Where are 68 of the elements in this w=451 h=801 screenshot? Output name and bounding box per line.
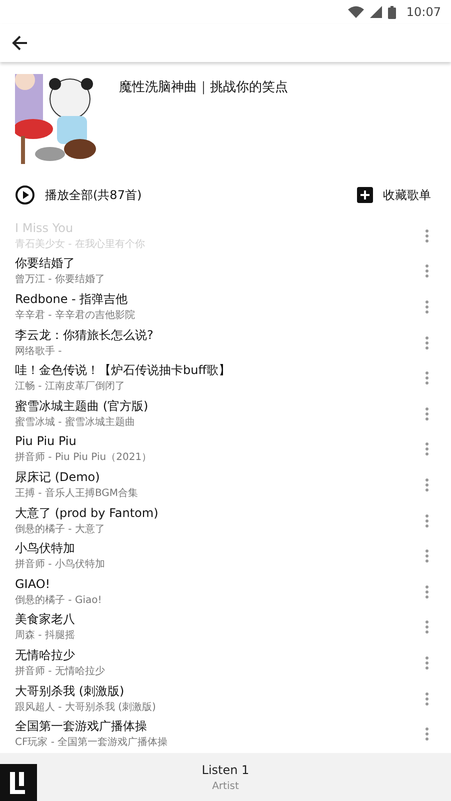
more-icon[interactable]	[425, 549, 429, 564]
song-artist: 蜜雪冰城 - 蜜雪冰城主题曲	[15, 416, 136, 429]
track-title: Listen 1	[202, 762, 250, 776]
more-icon[interactable]	[425, 656, 429, 670]
play-icon	[15, 185, 35, 205]
more-icon[interactable]	[425, 442, 429, 456]
favorite-playlist-button[interactable]: 收藏歌单	[357, 186, 431, 204]
song-artist: 倒悬的橘子 - Giao!	[15, 594, 102, 607]
song-title: GIAO!	[15, 576, 52, 592]
song-item[interactable]: Piu Piu Piu 拼音师 - Piu Piu Piu（2021）	[0, 432, 451, 468]
song-artist: 周森 - 抖腿摇	[15, 629, 75, 642]
song-title: 美食家老八	[15, 612, 75, 628]
song-artist: 拼音师 - 无情哈拉少	[15, 664, 105, 678]
wifi-icon	[348, 6, 364, 18]
song-artist: 跟风超人 - 大哥别杀我 (刺激版)	[15, 700, 156, 714]
more-icon[interactable]	[425, 584, 429, 599]
song-item[interactable]: 大意了 (prod by Fantom) 倒悬的橘子 - 大意了	[0, 502, 451, 538]
song-artist: 网络歌手 -	[15, 344, 63, 358]
song-item[interactable]: 尿床记 (Demo) 王搏 - 音乐人王搏BGM合集	[0, 467, 451, 503]
more-icon[interactable]	[425, 514, 429, 528]
song-title: 李云龙：你猜旅长怎么说?	[15, 328, 154, 343]
song-title: 哇！金色传说！【炉石传说抽卡buff歌】	[15, 363, 230, 378]
playlist-title: 魔性洗脑神曲｜挑战你的笑点	[119, 79, 288, 97]
song-artist: 倒悬的橘子 - 大意了	[15, 522, 106, 536]
more-icon[interactable]	[425, 264, 429, 278]
song-title: 大意了 (prod by Fantom)	[15, 506, 158, 521]
song-item[interactable]: 哇！金色传说！【炉石传说抽卡buff歌】 江畅 - 江南皮革厂倒闭了	[0, 360, 451, 396]
song-title: 大哥别杀我 (刺激版)	[15, 684, 126, 699]
song-title: 小鸟伏特加	[15, 541, 76, 556]
song-artist: 江畅 - 江南皮革厂倒闭了	[15, 380, 126, 394]
battery-icon	[388, 6, 396, 18]
status-time: 10:07	[406, 5, 441, 19]
more-icon[interactable]	[425, 620, 429, 634]
add-icon	[357, 187, 373, 203]
song-title: 无情哈拉少	[15, 648, 76, 663]
more-icon[interactable]	[425, 692, 429, 706]
more-icon[interactable]	[425, 371, 429, 386]
song-item[interactable]: 全国第一套游戏广播体操 CF玩家 - 全国第一套游戏广播体操	[0, 716, 451, 752]
more-icon[interactable]	[425, 300, 429, 314]
song-artist: 拼音师 - 小鸟伏特加	[15, 558, 105, 572]
song-artist: 拼音师 - Piu Piu Piu（2021）	[15, 451, 152, 464]
app-logo-icon[interactable]	[0, 764, 37, 801]
song-artist: 辛辛君 - 辛辛君の吉他影院	[15, 308, 135, 322]
song-item[interactable]: GIAO! 倒悬的橘子 - Giao!	[0, 574, 451, 610]
more-icon[interactable]	[425, 336, 429, 350]
song-title: Piu Piu Piu	[15, 434, 78, 450]
song-artist: 王搏 - 音乐人王搏BGM合集	[15, 486, 138, 500]
signal-icon	[370, 6, 382, 18]
play-all-button[interactable]: 播放全部(共87首)	[15, 185, 142, 205]
song-artist: CF玩家 - 全国第一套游戏广播体操	[15, 736, 168, 750]
song-artist: 曾万江 - 你要结婚了	[15, 273, 105, 286]
song-item[interactable]: 你要结婚了 曾万江 - 你要结婚了	[0, 254, 451, 290]
song-item[interactable]: 蜜雪冰城主题曲 (官方版) 蜜雪冰城 - 蜜雪冰城主题曲	[0, 396, 451, 432]
song-title: 尿床记 (Demo)	[15, 470, 101, 485]
song-item[interactable]: 大哥别杀我 (刺激版) 跟风超人 - 大哥别杀我 (刺激版)	[0, 680, 451, 716]
song-title: Redbone - 指弹吉他	[15, 292, 129, 307]
more-icon[interactable]	[425, 727, 429, 742]
track-artist: Artist	[212, 780, 239, 792]
song-item[interactable]: 小鸟伏特加 拼音师 - 小鸟伏特加	[0, 538, 451, 574]
song-item[interactable]: 美食家老八 周森 - 抖腿摇	[0, 610, 451, 646]
song-item[interactable]: 无情哈拉少 拼音师 - 无情哈拉少	[0, 645, 451, 681]
more-icon[interactable]	[425, 406, 429, 421]
more-icon[interactable]	[425, 478, 429, 492]
song-title: 你要结婚了	[15, 256, 76, 272]
song-title: 蜜雪冰城主题曲 (官方版)	[15, 398, 148, 414]
song-item[interactable]: 李云龙：你猜旅长怎么说? 网络歌手 -	[0, 324, 451, 360]
song-title: 全国第一套游戏广播体操	[15, 719, 148, 734]
song-item[interactable]: Redbone - 指弹吉他 辛辛君 - 辛辛君の吉他影院	[0, 289, 451, 325]
